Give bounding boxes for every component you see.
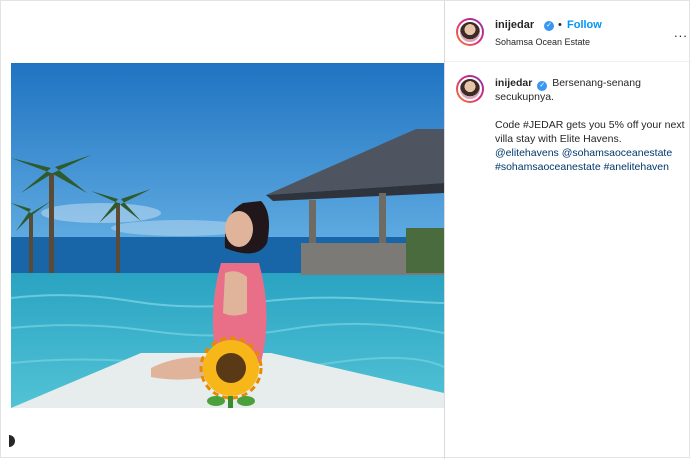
caption-promo: Code #JEDAR gets you 5% off your next vi… — [495, 119, 685, 145]
verified-badge-icon: ✓ — [537, 81, 548, 91]
post-photo — [11, 63, 444, 408]
caption-mentions[interactable]: @elitehavens @sohamsaoceanestate — [495, 146, 685, 160]
avatar-photo — [458, 20, 482, 44]
post-card: inijedar ✓ • Follow Sohamsa Ocean Estate… — [0, 0, 691, 459]
author-avatar[interactable] — [456, 18, 484, 46]
caption-avatar[interactable] — [456, 75, 484, 103]
verified-badge-icon: ✓ — [544, 21, 554, 31]
header-separator — [445, 61, 691, 62]
caption-text-line2: secukupnya. — [495, 91, 554, 103]
more-options-icon[interactable]: ... — [674, 25, 688, 40]
separator-dot: • — [558, 19, 562, 31]
location-link[interactable]: Sohamsa Ocean Estate — [495, 37, 590, 47]
caption-hashtags[interactable]: #sohamsaoceanestate #anelitehaven — [495, 160, 685, 174]
post-image[interactable] — [11, 63, 444, 408]
partial-icon[interactable] — [7, 434, 19, 448]
header-username[interactable]: inijedar — [495, 19, 534, 31]
follow-button[interactable]: Follow — [567, 19, 602, 31]
avatar-photo — [458, 77, 482, 101]
caption-text-line1: Bersenang-senang — [552, 77, 641, 89]
panel-divider — [444, 1, 445, 459]
caption: inijedar ✓ Bersenang-senang secukupnya. … — [495, 76, 685, 174]
caption-username[interactable]: inijedar — [495, 77, 532, 89]
